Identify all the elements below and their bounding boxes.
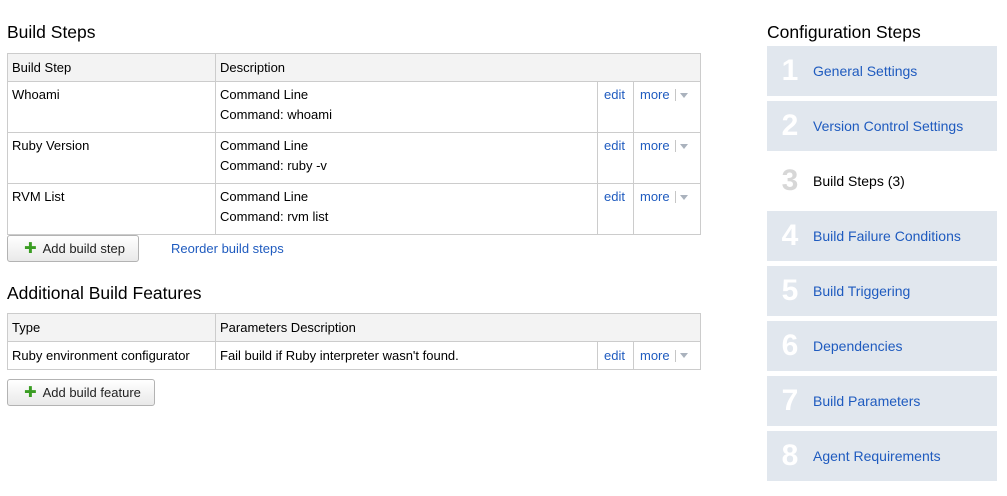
step-name: Ruby Version (7, 132, 216, 184)
step-number: 5 (781, 274, 799, 307)
more-menu[interactable]: more (640, 136, 688, 156)
step-command: Command: ruby -v (220, 158, 327, 173)
step-name: Whoami (7, 81, 216, 133)
more-cell: more (632, 81, 702, 133)
separator (674, 349, 676, 362)
edit-cell: edit (597, 341, 634, 370)
config-step-agent-requirements[interactable]: 8 Agent Requirements (767, 431, 997, 481)
more-menu[interactable]: more (640, 187, 688, 207)
separator (674, 140, 676, 152)
dropdown-arrow-icon[interactable] (679, 92, 688, 98)
step-label: Dependencies (813, 338, 903, 354)
step-label: General Settings (813, 63, 918, 79)
feature-type: Ruby environment configurator (7, 341, 216, 370)
more-link[interactable]: more (640, 136, 670, 156)
more-menu[interactable]: more (640, 85, 688, 105)
edit-link[interactable]: edit (604, 87, 625, 102)
feature-description: Fail build if Ruby interpreter wasn't fo… (215, 341, 598, 370)
separator (674, 191, 676, 203)
more-link[interactable]: more (640, 187, 670, 207)
reorder-build-steps-link[interactable]: Reorder build steps (171, 241, 284, 256)
config-step-build-steps[interactable]: 3 Build Steps (3) (767, 156, 997, 206)
config-step-version-control-settings[interactable]: 2 Version Control Settings (767, 101, 997, 151)
plus-icon: ✚ (24, 240, 37, 257)
more-cell: more (632, 132, 702, 184)
config-step-build-parameters[interactable]: 7 Build Parameters (767, 376, 997, 426)
plus-icon: ✚ (24, 384, 37, 401)
table-header-row: Build Step Description (7, 53, 702, 82)
edit-link[interactable]: edit (604, 189, 625, 204)
build-steps-title: Build Steps (7, 22, 96, 42)
dropdown-arrow-icon[interactable] (679, 353, 688, 358)
more-link[interactable]: more (640, 85, 670, 105)
more-cell: more (632, 183, 702, 235)
column-header: Type (7, 313, 216, 342)
table-row: Whoami Command Line Command: whoami edit… (7, 81, 702, 133)
config-step-build-triggering[interactable]: 5 Build Triggering (767, 266, 997, 316)
more-link[interactable]: more (640, 346, 670, 366)
add-build-feature-label: Add build feature (42, 385, 141, 400)
step-description: Command Line Command: ruby -v (215, 132, 598, 184)
more-menu[interactable]: more (640, 346, 688, 366)
config-step-build-failure-conditions[interactable]: 4 Build Failure Conditions (767, 211, 997, 261)
step-number: 6 (781, 329, 799, 362)
more-cell: more (632, 341, 702, 370)
step-label: Agent Requirements (813, 448, 941, 464)
edit-cell: edit (597, 132, 634, 184)
step-name: RVM List (7, 183, 216, 235)
add-build-feature-button[interactable]: ✚ Add build feature (7, 379, 155, 406)
step-number: 7 (781, 384, 799, 417)
column-header: Parameters Description (214, 313, 702, 342)
step-description: Command Line Command: rvm list (215, 183, 598, 235)
edit-link[interactable]: edit (604, 348, 625, 363)
step-number: 2 (781, 109, 799, 142)
add-build-step-label: Add build step (42, 241, 125, 256)
edit-cell: edit (597, 183, 634, 235)
step-label: Build Parameters (813, 393, 921, 409)
dropdown-arrow-icon[interactable] (679, 143, 688, 149)
step-number: 1 (781, 54, 799, 87)
edit-cell: edit (597, 81, 634, 133)
dropdown-arrow-icon[interactable] (679, 194, 688, 200)
step-type: Command Line (220, 138, 309, 153)
step-type: Command Line (220, 87, 309, 102)
edit-link[interactable]: edit (604, 138, 625, 153)
separator (674, 89, 676, 101)
configuration-steps-title: Configuration Steps (767, 22, 921, 42)
table-row: Ruby Version Command Line Command: ruby … (7, 132, 702, 184)
step-type: Command Line (220, 189, 309, 204)
step-command: Command: rvm list (220, 209, 329, 224)
build-features-table: Type Parameters Description Ruby environ… (7, 313, 702, 370)
step-number: 8 (781, 439, 799, 472)
column-header: Description (214, 53, 702, 82)
additional-build-features-title: Additional Build Features (7, 283, 202, 303)
config-step-dependencies[interactable]: 6 Dependencies (767, 321, 997, 371)
step-label: Version Control Settings (813, 118, 964, 134)
step-label: Build Failure Conditions (813, 228, 961, 244)
step-command: Command: whoami (220, 107, 332, 122)
step-label: Build Triggering (813, 283, 911, 299)
step-number: 4 (781, 219, 799, 252)
build-steps-table: Build Step Description Whoami Command Li… (7, 53, 702, 235)
step-number: 3 (781, 164, 799, 197)
config-step-general-settings[interactable]: 1 General Settings (767, 46, 997, 96)
step-label: Build Steps (3) (813, 173, 905, 189)
table-row: RVM List Command Line Command: rvm list … (7, 183, 702, 235)
table-row: Ruby environment configurator Fail build… (7, 341, 702, 370)
column-header: Build Step (7, 53, 216, 82)
table-header-row: Type Parameters Description (7, 313, 702, 342)
add-build-step-button[interactable]: ✚ Add build step (7, 235, 139, 262)
step-description: Command Line Command: whoami (215, 81, 598, 133)
